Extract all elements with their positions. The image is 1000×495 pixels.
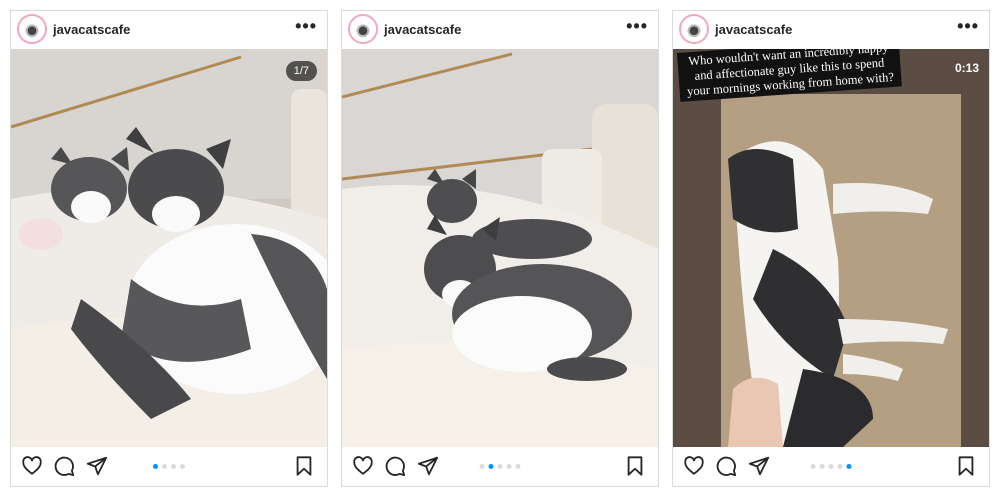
avatar[interactable] [348, 14, 378, 44]
action-bar [11, 446, 327, 486]
avatar[interactable] [679, 14, 709, 44]
more-options-button[interactable]: ••• [957, 17, 979, 35]
carousel-dot [819, 464, 825, 469]
carousel-dot [180, 464, 185, 469]
carousel-dot [153, 464, 158, 469]
username[interactable]: javacatscafe [53, 22, 130, 37]
post-header: javacatscafe ••• [342, 11, 658, 49]
post-card-2: javacatscafe ••• [341, 10, 659, 487]
carousel-dot [506, 464, 512, 469]
video-timer: 0:13 [954, 61, 979, 75]
carousel-dot [171, 464, 176, 469]
bookmark-icon[interactable] [293, 455, 315, 477]
share-icon[interactable] [748, 455, 770, 477]
heart-icon[interactable] [352, 455, 374, 477]
more-options-button[interactable]: ••• [295, 17, 317, 35]
post-card-3: javacatscafe ••• Who wouldn't want an in… [672, 10, 990, 487]
share-icon[interactable] [417, 455, 439, 477]
carousel-dot [837, 464, 843, 469]
heart-icon[interactable] [683, 455, 705, 477]
username[interactable]: javacatscafe [384, 22, 461, 37]
post-header: javacatscafe ••• [673, 11, 989, 49]
post-image[interactable] [342, 49, 658, 447]
bookmark-icon[interactable] [624, 455, 646, 477]
share-icon[interactable] [86, 455, 108, 477]
carousel-dot [162, 464, 167, 469]
carousel-dots [479, 464, 521, 469]
comment-icon[interactable] [715, 455, 737, 477]
heart-icon[interactable] [21, 455, 43, 477]
comment-icon[interactable] [384, 455, 406, 477]
avatar[interactable] [17, 14, 47, 44]
bookmark-icon[interactable] [955, 455, 977, 477]
action-bar [342, 446, 658, 486]
carousel-dot [497, 464, 503, 469]
carousel-dot [479, 464, 485, 469]
carousel-counter: 1/7 [285, 61, 317, 81]
post-card-1: javacatscafe ••• 1/7 [10, 10, 328, 487]
comment-icon[interactable] [53, 455, 75, 477]
carousel-dot [828, 464, 834, 469]
post-header: javacatscafe ••• [11, 11, 327, 49]
carousel-dots [810, 464, 852, 469]
carousel-dot [488, 464, 494, 469]
more-options-button[interactable]: ••• [626, 17, 648, 35]
carousel-dot [515, 464, 521, 469]
post-video[interactable]: Who wouldn't want an incredibly happy an… [673, 49, 989, 447]
carousel-dots [153, 464, 185, 469]
carousel-dot [846, 464, 852, 469]
carousel-dot [810, 464, 816, 469]
post-image[interactable]: 1/7 [11, 49, 327, 447]
action-bar [673, 446, 989, 486]
username[interactable]: javacatscafe [715, 22, 792, 37]
